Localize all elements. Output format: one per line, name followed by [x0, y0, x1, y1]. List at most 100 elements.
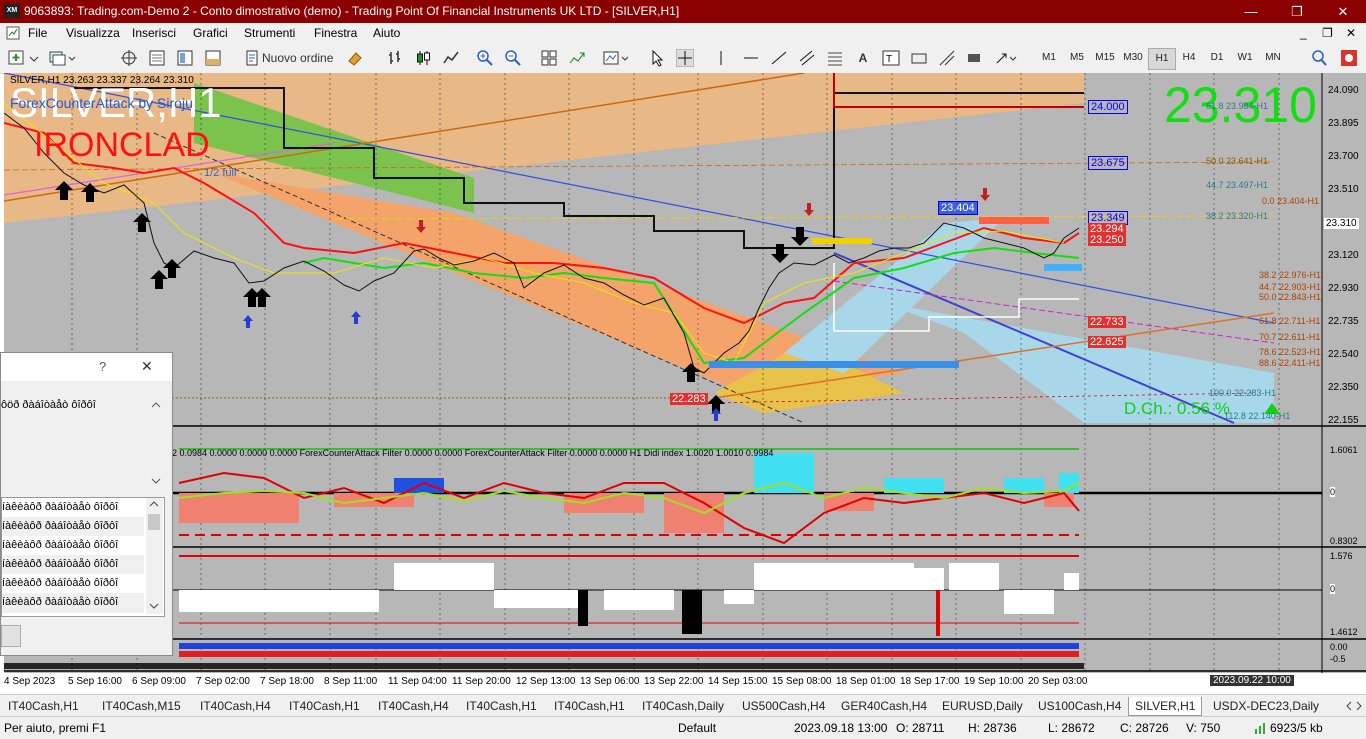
label-icon[interactable]: T [882, 49, 900, 67]
templates-icon[interactable] [602, 49, 632, 67]
line-chart-icon[interactable] [442, 49, 460, 67]
list-item[interactable]: íàêèàôð ðàáîòàåò ôîðôî [2, 536, 144, 555]
timeframe-mn[interactable]: MN [1260, 48, 1286, 68]
search-icon[interactable] [1310, 49, 1328, 67]
price-axis-label: 23.700 [1328, 151, 1359, 162]
zoom-out-icon[interactable] [504, 49, 522, 67]
dialog-text-scrollbar[interactable] [151, 401, 161, 485]
menu-visualizza[interactable]: Visualizza [66, 26, 120, 40]
price-axis-label: 22.155 [1328, 415, 1359, 426]
rectangle-icon[interactable] [910, 49, 928, 67]
list-item[interactable]: íàêèàôð ðàáîòàåò ôîðôî [2, 498, 144, 517]
dialog-list[interactable]: íàêèàôð ðàáîòàåò ôîðôî íàêèàôð ðàáîòàåò … [1, 497, 165, 617]
minimize-button[interactable]: — [1228, 0, 1274, 23]
menu-finestra[interactable]: Finestra [314, 26, 357, 40]
crosshair-move-icon[interactable] [120, 49, 138, 67]
tab-scroll-icon[interactable] [1344, 700, 1364, 712]
arrows-icon[interactable] [994, 49, 1020, 67]
timeframe-m30[interactable]: M30 [1120, 48, 1146, 68]
time-axis-label: 15 Sep 08:00 [772, 676, 832, 687]
channel-icon[interactable] [798, 49, 816, 67]
ellipse-icon[interactable] [938, 49, 956, 67]
new-chart-icon[interactable] [8, 49, 42, 67]
timeframe-m5[interactable]: M5 [1064, 48, 1090, 68]
current-price-tag: 23.310 [1324, 218, 1359, 229]
tab-it40cash-h1[interactable]: IT40Cash,H1 [289, 697, 360, 715]
mdi-close-button[interactable]: ✕ [1346, 26, 1356, 40]
chart-window[interactable]: SILVER,H1 23.263 23.337 23.264 23.310 SI… [4, 73, 1366, 690]
price-box: 23.404 [938, 201, 978, 215]
cursor-icon[interactable] [650, 49, 664, 67]
tab-eurusd-daily[interactable]: EURUSD,Daily [942, 697, 1023, 715]
timeframe-w1[interactable]: W1 [1232, 48, 1258, 68]
tab-it40cash-h4[interactable]: IT40Cash,H4 [378, 697, 449, 715]
tab-it40cash-h1[interactable]: IT40Cash,H1 [554, 697, 625, 715]
tab-it40cash-h4[interactable]: IT40Cash,H4 [200, 697, 271, 715]
timeframe-m15[interactable]: M15 [1092, 48, 1118, 68]
tab-us500cash-h4[interactable]: US500Cash,H4 [742, 697, 825, 715]
list-item[interactable]: íàêèàôð ðàáîòàåò ôîðôî [2, 555, 144, 574]
expert-dialog[interactable]: ? ✕ ôöð ðàáîòàåò ôîðôî íàêèàôð ðàáîòàåò … [0, 352, 173, 656]
tab-usdx-dec23-daily[interactable]: USDX-DEC23,Daily [1213, 697, 1319, 715]
blue-range-bar [709, 361, 959, 368]
list-item[interactable]: íàêèàôð ðàáîòàåò ôîðôî [2, 517, 144, 536]
zoom-in-icon[interactable] [476, 49, 494, 67]
menu-grafici[interactable]: Grafici [193, 26, 228, 40]
profiles-icon[interactable] [48, 49, 78, 67]
timeframe-h1[interactable]: H1 [1148, 48, 1176, 70]
navigator-icon[interactable] [176, 49, 194, 67]
menu-aiuto[interactable]: Aiuto [373, 26, 400, 40]
list-item[interactable]: íàêèàôð ðàáîòàåò ôîðôî [2, 574, 144, 593]
terminal-icon[interactable] [204, 49, 222, 67]
tile-icon[interactable] [540, 49, 558, 67]
mdi-minimize-button[interactable]: _ [1300, 26, 1307, 40]
tab-it40cash-h1[interactable]: IT40Cash,H1 [466, 697, 537, 715]
time-axis-label: 13 Sep 22:00 [644, 676, 704, 687]
fib-label: 100.0 22.283-H1 [1209, 388, 1277, 398]
tab-silver-h1[interactable]: SILVER,H1 [1128, 697, 1203, 716]
bar-chart-icon[interactable] [386, 49, 404, 67]
new-order-button[interactable]: Nuovo ordine [262, 48, 340, 68]
timeframe-h4[interactable]: H4 [1176, 48, 1202, 68]
fibo-icon[interactable] [826, 49, 844, 67]
chart-window-icon [6, 26, 20, 40]
time-axis-label: 8 Sep 11:00 [324, 676, 378, 687]
menu-inserisci[interactable]: Inserisci [132, 26, 176, 40]
scroll-chart-icon[interactable] [568, 49, 586, 67]
menu-file[interactable]: File [28, 26, 47, 40]
tab-it40cash-h1[interactable]: IT40Cash,H1 [8, 697, 79, 715]
status-high: H: 28736 [968, 721, 1017, 735]
menu-strumenti[interactable]: Strumenti [244, 26, 295, 40]
help-button[interactable]: ? [99, 359, 106, 374]
tab-it40cash-daily[interactable]: IT40Cash,Daily [642, 697, 724, 715]
market-watch-icon[interactable] [148, 49, 166, 67]
dialog-close-button[interactable]: ✕ [141, 358, 153, 375]
list-scrollbar[interactable] [146, 498, 163, 614]
window-title: 9063893: Trading.com-Demo 2 - Conto dimo… [24, 4, 680, 18]
close-window-button[interactable]: ✕ [1320, 0, 1366, 23]
tab-us100cash-h4[interactable]: US100Cash,H4 [1038, 697, 1121, 715]
mdi-restore-button[interactable]: ❐ [1322, 26, 1333, 40]
tab-it40cash-m15[interactable]: IT40Cash,M15 [102, 697, 181, 715]
list-item[interactable]: íàêèàôð ðàáîòàåò ôîðôî [2, 593, 144, 613]
timeframe-d1[interactable]: D1 [1204, 48, 1230, 68]
dialog-button[interactable] [1, 625, 21, 647]
community-icon[interactable] [1340, 49, 1358, 67]
chart-canvas[interactable] [4, 73, 1366, 690]
timeframe-m1[interactable]: M1 [1036, 48, 1062, 68]
autotrading-icon[interactable] [346, 49, 364, 67]
price-box: 23.250 [1088, 234, 1126, 246]
crosshair-icon[interactable] [676, 49, 694, 67]
vertical-line-icon[interactable] [716, 49, 726, 67]
tab-ger40cash-h4[interactable]: GER40Cash,H4 [841, 697, 927, 715]
restore-button[interactable]: ❐ [1274, 0, 1320, 23]
horizontal-line-icon[interactable] [742, 49, 760, 67]
text-icon[interactable]: A [856, 48, 870, 68]
time-cursor-label: 2023.09.22 10:00 [1210, 675, 1294, 686]
triangle-icon[interactable] [966, 49, 982, 67]
price-axis-label: 22.735 [1328, 316, 1359, 327]
candles-icon[interactable] [414, 49, 432, 67]
fib-label: 112.8 22.140-H1 [1224, 411, 1291, 421]
connection-icon [1255, 723, 1265, 734]
trendline-icon[interactable] [770, 49, 788, 67]
